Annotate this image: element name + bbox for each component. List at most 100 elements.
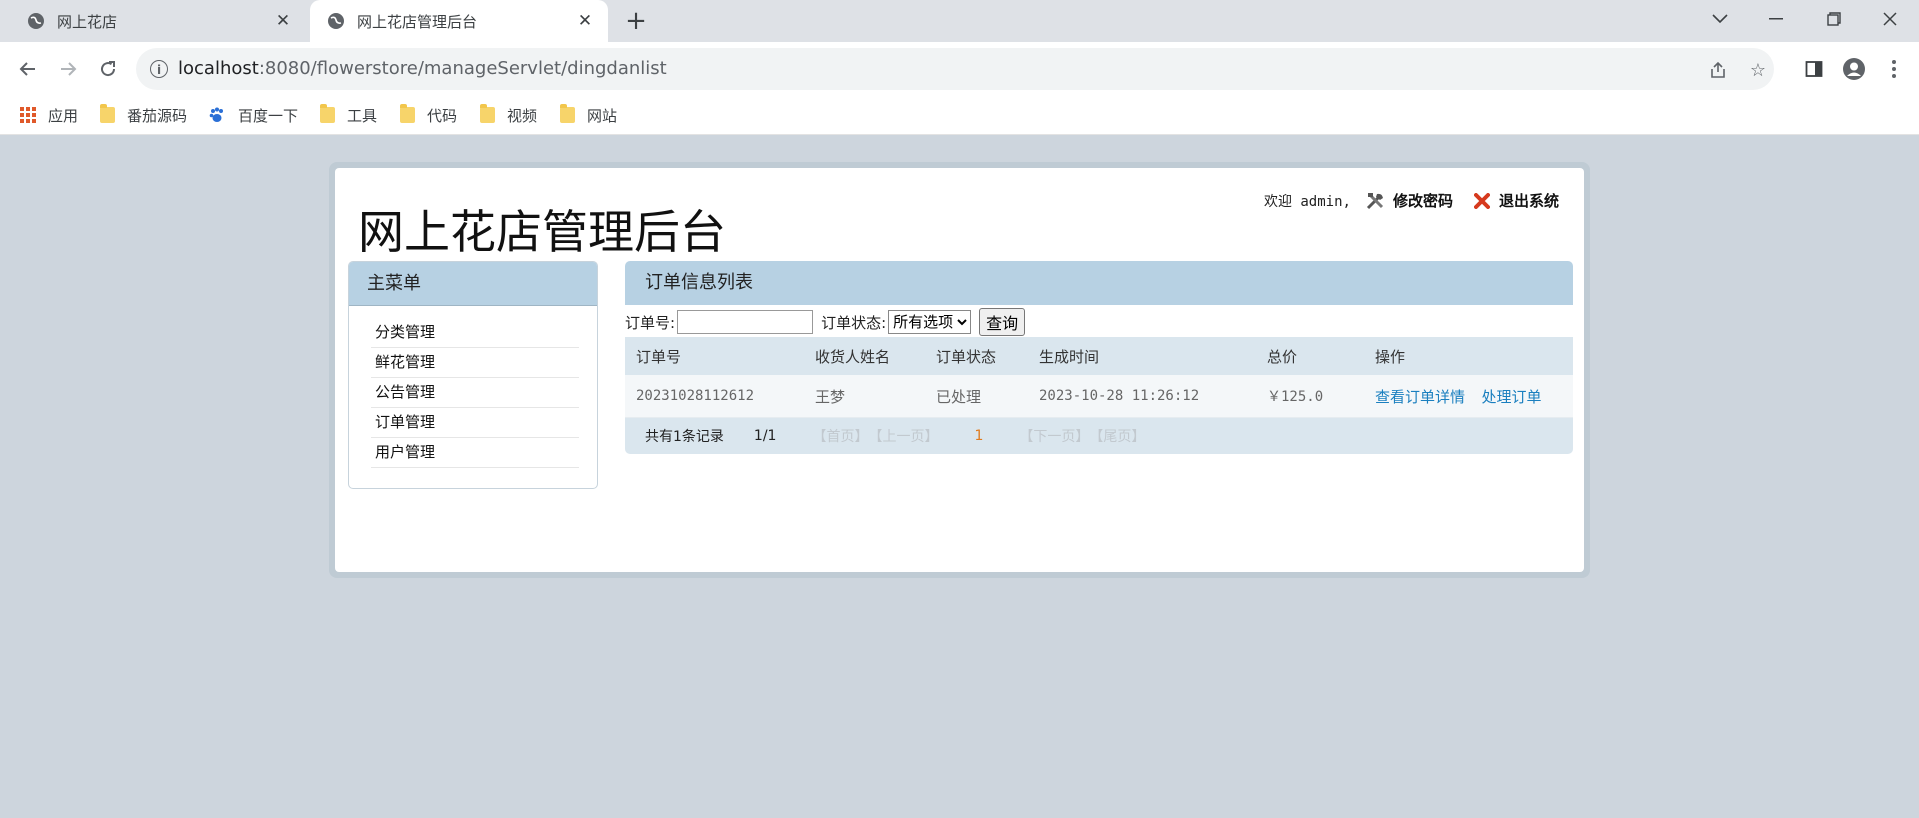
admin-panel: 网上花店管理后台 欢迎 admin, 修改密码 退出系统 主菜单 分类管理 鲜花… [335,168,1584,572]
bookmarks-bar: 应用 番茄源码 百度一下 工具 代码 视频 网站 [0,96,1919,135]
next-page-link[interactable]: 【下一页】 [1019,426,1089,446]
close-tab-icon[interactable]: ✕ [270,8,296,34]
baidu-paw-icon [208,106,226,124]
order-search-form: 订单号: 订单状态: 所有选项 查询 [625,307,1573,337]
bookmark-apps[interactable]: 应用 [20,104,78,126]
profile-avatar-icon[interactable] [1840,55,1868,83]
order-list-panel: 订单信息列表 订单号: 订单状态: 所有选项 查询 订单号 收货人姓名 订单状态… [625,261,1573,454]
process-order-link[interactable]: 处理订单 [1481,388,1541,406]
col-receiver: 收货人姓名 [804,337,925,375]
tab-label: 网上花店 [57,12,118,31]
bookmark-folder[interactable]: 番茄源码 [100,104,187,126]
sidebar-item-category[interactable]: 分类管理 [371,318,579,348]
change-password-link[interactable]: 修改密码 [1365,190,1453,211]
new-tab-button[interactable]: + [620,6,652,36]
browser-tab-bar: 网上花店 ✕ 网上花店管理后台 ✕ + [0,0,1919,42]
pagination: 共有1条记录 1/1 【首页】 【上一页】 1 【下一页】 【尾页】 [625,418,1573,454]
sidebar-item-users[interactable]: 用户管理 [371,438,579,468]
order-no-input[interactable] [677,310,814,334]
page-info: 1/1 [753,428,777,444]
share-icon[interactable] [1706,58,1730,82]
sidebar-item-flowers[interactable]: 鲜花管理 [371,348,579,378]
last-page-link[interactable]: 【尾页】 [1089,426,1145,446]
restore-icon[interactable] [1806,0,1862,38]
order-no-label: 订单号: [625,313,676,332]
close-tab-icon[interactable]: ✕ [572,8,598,34]
bookmark-label: 网站 [587,106,618,125]
bookmark-star-icon[interactable]: ☆ [1746,58,1770,82]
bookmark-label: 番茄源码 [127,106,188,125]
bookmark-folder[interactable]: 视频 [480,104,537,126]
main-menu-title: 主菜单 [349,262,597,306]
address-bar[interactable]: i localhost:8080/flowerstore/manageServl… [136,48,1774,90]
col-status: 订单状态 [925,337,1028,375]
folder-icon [100,104,115,123]
browser-tab-admin[interactable]: 网上花店管理后台 ✕ [310,0,608,42]
col-actions: 操作 [1364,337,1573,375]
query-button[interactable]: 查询 [979,308,1026,336]
col-total: 总价 [1256,337,1364,375]
reload-icon[interactable] [92,53,124,85]
folder-icon [320,104,335,123]
bookmark-label: 百度一下 [238,106,299,125]
user-toolbar: 欢迎 admin, 修改密码 退出系统 [1264,190,1559,211]
order-status-label: 订单状态: [821,313,887,332]
folder-icon [480,104,495,123]
tools-icon [1365,191,1387,211]
globe-icon [27,12,45,30]
cell-actions: 查看订单详情 处理订单 [1364,375,1573,418]
cell-status: 已处理 [925,375,1028,418]
globe-icon [327,12,345,30]
back-arrow-icon[interactable] [12,53,44,85]
bookmark-label: 代码 [427,106,458,125]
bookmark-folder[interactable]: 网站 [560,104,617,126]
first-page-link[interactable]: 【首页】 [812,426,868,446]
browser-toolbar: i localhost:8080/flowerstore/manageServl… [0,42,1919,96]
url-text: localhost:8080/flowerstore/manageServlet… [178,58,667,79]
side-panel-icon[interactable] [1800,55,1828,83]
cell-receiver: 王梦 [804,375,925,418]
order-status-select[interactable]: 所有选项 [888,310,972,334]
sidebar-item-announcements[interactable]: 公告管理 [371,378,579,408]
tab-search-chevron-icon[interactable] [1692,0,1748,38]
main-menu: 主菜单 分类管理 鲜花管理 公告管理 订单管理 用户管理 [348,261,598,489]
bookmark-folder[interactable]: 工具 [320,104,377,126]
cell-total: ￥125.0 [1256,375,1364,418]
record-count: 共有1条记录 [645,429,724,445]
table-row: 20231028112612 王梦 已处理 2023-10-28 11:26:1… [625,375,1573,418]
folder-icon [400,104,415,123]
url-host: localhost [178,58,259,79]
orders-table: 订单号 收货人姓名 订单状态 生成时间 总价 操作 20231028112612… [625,337,1573,418]
change-password-label: 修改密码 [1392,192,1453,210]
bookmark-baidu[interactable]: 百度一下 [208,104,298,126]
bookmark-label: 视频 [507,106,538,125]
cell-order-no: 20231028112612 [625,375,804,418]
close-window-icon[interactable] [1862,0,1918,38]
site-info-icon[interactable]: i [150,60,168,78]
sidebar-item-orders[interactable]: 订单管理 [371,408,579,438]
logout-link[interactable]: 退出系统 [1471,190,1559,211]
url-path: :8080/flowerstore/manageServlet/dingdanl… [258,58,667,79]
order-list-title: 订单信息列表 [625,261,1573,305]
page-title: 网上花店管理后台 [358,205,726,259]
tab-label: 网上花店管理后台 [357,12,478,31]
forward-arrow-icon[interactable] [52,53,84,85]
bookmark-label: 应用 [48,106,79,125]
current-page-number[interactable]: 1 [974,428,983,444]
admin-frame: 网上花店管理后台 欢迎 admin, 修改密码 退出系统 主菜单 分类管理 鲜花… [329,162,1590,578]
browser-tab-storefront[interactable]: 网上花店 ✕ [10,0,306,42]
view-order-detail-link[interactable]: 查看订单详情 [1375,388,1465,406]
menu-kebab-icon[interactable] [1880,55,1908,83]
bookmark-label: 工具 [347,106,378,125]
close-x-icon [1471,191,1493,211]
col-created: 生成时间 [1028,337,1256,375]
folder-icon [560,104,575,123]
logout-label: 退出系统 [1498,192,1559,210]
prev-page-link[interactable]: 【上一页】 [868,426,938,446]
bookmark-folder[interactable]: 代码 [400,104,457,126]
welcome-text: 欢迎 admin, [1263,193,1351,210]
apps-grid-icon [20,107,36,123]
minimize-icon[interactable] [1748,0,1804,38]
table-header-row: 订单号 收货人姓名 订单状态 生成时间 总价 操作 [625,337,1573,375]
cell-created: 2023-10-28 11:26:12 [1028,375,1256,418]
